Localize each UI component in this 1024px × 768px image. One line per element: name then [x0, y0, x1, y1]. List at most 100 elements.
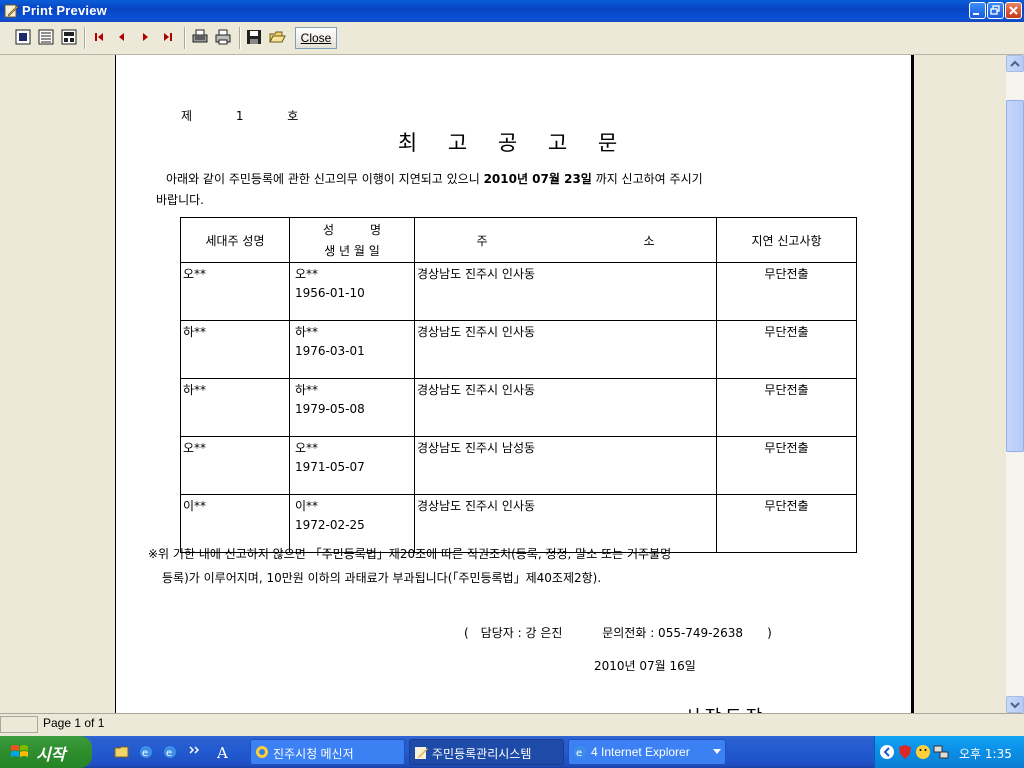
cell-householder: 하**: [180, 378, 290, 437]
document-title: 최 고 공 고 문: [397, 131, 630, 155]
page-indicator: Page 1 of 1: [43, 716, 105, 730]
cell-name: 오**: [295, 441, 319, 455]
close-icon: [1009, 6, 1018, 15]
cell-name: 오**: [295, 267, 319, 281]
preview-area[interactable]: 제 1 호 최 고 공 고 문 아래와 같이 주민등록에 관한 신고의무 이행이…: [0, 55, 1006, 713]
header-householder: 세대주 성명: [180, 217, 290, 263]
table-row: 오** 오** 1956-01-10 경상남도 진주시 인사동 무단전출: [180, 262, 857, 321]
delinquent-table: 세대주 성명 성 명 생 년 월 일 주 소 지연 신고사항 오** 오** 19…: [180, 217, 857, 553]
two-page-icon[interactable]: [37, 28, 55, 46]
task-internet-explorer[interactable]: e 4 Internet Explorer: [568, 739, 726, 765]
cell-birth: 1971-05-07: [295, 460, 365, 474]
cell-address: 경상남도 진주시 인사동: [414, 378, 717, 437]
status-bar: Page 1 of 1: [0, 713, 1024, 736]
network-icon[interactable]: [933, 744, 949, 760]
start-label: 시작: [36, 745, 66, 764]
scroll-up-button[interactable]: [1006, 55, 1024, 72]
window-title: Print Preview: [22, 3, 107, 18]
ie-icon[interactable]: e: [138, 744, 154, 760]
messenger-icon: [256, 746, 268, 758]
cell-householder: 오**: [180, 436, 290, 495]
app-pencil-icon: [4, 4, 19, 18]
scroll-down-button[interactable]: [1006, 696, 1024, 713]
cell-birth: 1979-05-08: [295, 402, 365, 416]
cell-name: 하**: [295, 383, 319, 397]
task-messenger[interactable]: 진주시청 메신저: [250, 739, 405, 765]
next-page-icon[interactable]: [136, 28, 154, 46]
toolbar-separator: [184, 27, 186, 49]
print-icon[interactable]: [214, 28, 232, 46]
vertical-scrollbar[interactable]: [1006, 55, 1024, 713]
signature-partial: 시장도장: [684, 703, 766, 713]
cell-name: 이**: [295, 499, 319, 513]
tray-collapse-icon[interactable]: [879, 744, 895, 760]
one-page-icon[interactable]: [14, 28, 32, 46]
header-delayed-matter: 지연 신고사항: [716, 217, 857, 263]
svg-text:A: A: [216, 744, 228, 760]
cell-matter: 무단전출: [716, 320, 857, 379]
cell-householder: 이**: [180, 494, 290, 553]
scroll-thumb[interactable]: [1006, 100, 1024, 452]
cell-address: 경상남도 진주시 남성동: [414, 436, 717, 495]
restore-icon: [990, 5, 1000, 15]
task-label: 주민등록관리시스템: [432, 747, 532, 761]
cell-matter: 무단전출: [716, 262, 857, 321]
header-birth: 생 년 월 일: [324, 244, 380, 258]
clock: 오후 1:35: [959, 747, 1012, 761]
intro-text-a: 아래와 같이 주민등록에 관한 신고의무 이행이 지연되고 있으니: [166, 172, 484, 186]
windows-logo-icon: [11, 745, 28, 757]
task-label: 4 Internet Explorer: [591, 745, 690, 759]
cell-name-birth: 오** 1971-05-07: [289, 436, 415, 495]
intro-text-b: 까지 신고하여 주시기: [591, 172, 703, 186]
cell-householder: 오**: [180, 262, 290, 321]
folder-icon[interactable]: [114, 744, 130, 760]
close-window-button[interactable]: [1005, 2, 1022, 19]
toolbar-separator: [239, 27, 241, 49]
header-address: 주 소: [414, 217, 717, 263]
cell-address: 경상남도 진주시 인사동: [414, 494, 717, 553]
intro-line-2: 바랍니다.: [156, 193, 204, 207]
cell-name-birth: 이** 1972-02-25: [289, 494, 415, 553]
cell-householder: 하**: [180, 320, 290, 379]
cell-birth: 1972-02-25: [295, 518, 365, 532]
table-row: 오** 오** 1971-05-07 경상남도 진주시 남성동 무단전출: [180, 436, 857, 495]
chevron-down-icon: [713, 749, 721, 754]
ie-icon: e: [574, 746, 586, 759]
minimize-button[interactable]: [969, 2, 986, 19]
task-label: 진주시청 메신저: [273, 747, 354, 761]
shield-icon[interactable]: [897, 744, 913, 760]
ie-icon[interactable]: e: [162, 744, 178, 760]
smiley-icon[interactable]: [915, 744, 931, 760]
print-setup-icon[interactable]: [191, 28, 209, 46]
title-bar: Print Preview: [0, 0, 1024, 22]
intro-line-1: 아래와 같이 주민등록에 관한 신고의무 이행이 지연되고 있으니 2010년 …: [166, 170, 703, 187]
table-header-row: 세대주 성명 성 명 생 년 월 일 주 소 지연 신고사항: [180, 217, 857, 263]
svg-text:e: e: [142, 748, 148, 759]
chevron-down-icon: [1010, 702, 1020, 709]
task-resident-system[interactable]: 주민등록관리시스템: [409, 739, 564, 765]
document-number: 제 1 호: [181, 109, 299, 123]
chevron-expand-icon[interactable]: [187, 744, 203, 760]
open-icon[interactable]: [268, 28, 286, 46]
table-row: 이** 이** 1972-02-25 경상남도 진주시 인사동 무단전출: [180, 494, 857, 553]
toolbar-separator: [84, 27, 86, 49]
close-button[interactable]: Close: [295, 27, 337, 49]
cell-matter: 무단전출: [716, 436, 857, 495]
ime-icon[interactable]: A: [215, 744, 231, 760]
cell-matter: 무단전출: [716, 378, 857, 437]
first-page-icon[interactable]: [90, 28, 108, 46]
prev-page-icon[interactable]: [113, 28, 131, 46]
save-icon[interactable]: [245, 28, 263, 46]
notice-line-2: 등록)가 이루어지며, 10만원 이하의 과태료가 부과됩니다(「주민등록법」제…: [162, 571, 602, 585]
restore-button[interactable]: [987, 2, 1004, 19]
chevron-up-icon: [1010, 60, 1020, 67]
cell-address: 경상남도 진주시 인사동: [414, 320, 717, 379]
toolbar: Close: [0, 22, 1024, 55]
last-page-icon[interactable]: [159, 28, 177, 46]
start-button[interactable]: 시작: [0, 736, 92, 768]
document-date: 2010년 07월 16일: [594, 659, 696, 673]
document-page: 제 1 호 최 고 공 고 문 아래와 같이 주민등록에 관한 신고의무 이행이…: [115, 55, 914, 713]
zoom-icon[interactable]: [60, 28, 78, 46]
cell-name: 하**: [295, 325, 319, 339]
table-row: 하** 하** 1979-05-08 경상남도 진주시 인사동 무단전출: [180, 378, 857, 437]
